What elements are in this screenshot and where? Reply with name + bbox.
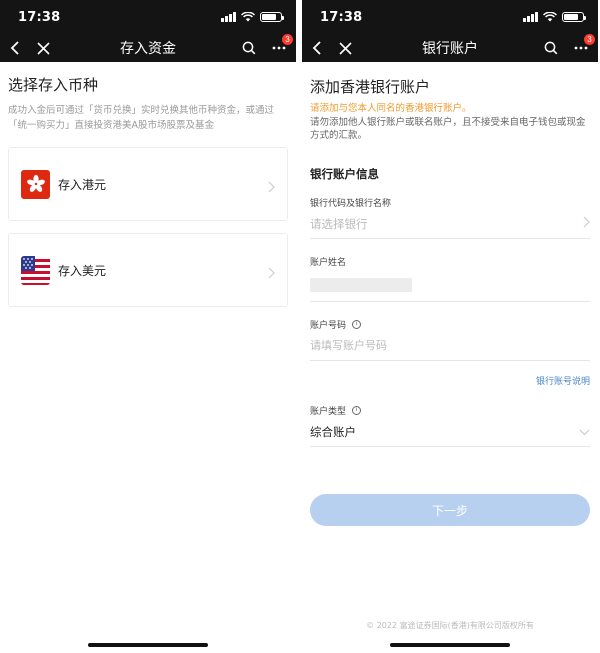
account-number-input[interactable] [310,339,530,352]
back-chevron-icon[interactable] [308,39,326,57]
notification-badge: 3 [282,34,293,45]
chevron-right-icon [268,178,275,197]
status-bar: 17:38 [0,0,296,34]
battery-icon [562,12,586,22]
help-link-row: 银行账号说明 [310,369,590,388]
info-icon[interactable]: i [352,406,362,415]
main-content: 添加香港银行账户 请添加与您本人同名的香港银行账户。 请勿添加他人银行账户或联名… [302,62,598,526]
more-menu-button[interactable]: 3 [270,34,293,57]
account-restriction-note: 请勿添加他人银行账户或联名账户，且不接受来自电子钱包或现金方式的汇款。 [310,117,586,141]
status-time: 17:38 [18,9,61,25]
main-content: 选择存入币种 成功入金后可通过「货币兑换」实时兑换其他币种资金，或通过「统一购买… [0,62,296,307]
info-icon[interactable]: i [352,320,362,329]
close-icon[interactable] [34,39,52,57]
bank-name-label: 银行代码及银行名称 [310,199,392,209]
account-number-field[interactable] [310,331,590,361]
battery-icon [260,12,284,22]
wifi-icon [241,12,255,22]
home-indicator[interactable] [88,643,208,647]
status-bar: 17:38 [302,0,598,34]
notification-badge: 3 [584,34,595,45]
more-dots-icon [574,46,588,50]
section-heading: 选择存入币种 [8,76,99,94]
back-chevron-icon[interactable] [6,39,24,57]
more-menu-button[interactable]: 3 [572,34,595,57]
bank-select[interactable]: 请选择银行 [310,209,590,239]
bank-info-section-title: 银行账户信息 [310,167,379,181]
hong-kong-flag-icon [21,169,50,199]
account-type-label: 账户类型 i [310,404,590,417]
search-icon[interactable] [240,39,258,57]
status-icons [221,12,284,22]
account-number-help-link[interactable]: 银行账号说明 [536,377,590,387]
close-icon[interactable] [336,39,354,57]
wifi-icon [543,12,557,22]
home-indicator[interactable] [390,643,510,647]
chevron-right-icon [583,216,590,231]
deposit-currency-screen: 17:38 存入资金 3 选择存入币种 成功入金后可通过「货币兑换」实时兑换其他… [0,0,296,653]
form-heading: 添加香港银行账户 [310,78,431,96]
bank-select-placeholder: 请选择银行 [310,216,368,231]
cellular-signal-icon [221,12,236,22]
option-label: 存入美元 [58,263,107,278]
account-type-value: 综合账户 [310,424,356,439]
section-description: 成功入金后可通过「货币兑换」实时兑换其他币种资金，或通过「统一购买力」直接投资港… [8,105,275,131]
option-label: 存入港元 [58,177,107,192]
copyright-footer: © 2022 富途证券国际(香港)有限公司版权所有 [366,621,534,630]
account-type-select[interactable]: 综合账户 [310,417,590,447]
cellular-signal-icon [523,12,538,22]
app-stage: 17:38 存入资金 3 选择存入币种 成功入金后可通过「货币兑换」实时兑换其他… [0,0,600,653]
same-name-warning: 请添加与您本人同名的香港银行账户。 [310,103,472,114]
account-number-label: 账户号码 i [310,318,590,331]
more-dots-icon [272,46,286,50]
account-name-field [310,268,590,302]
status-icons [523,12,586,22]
navigation-bar: 存入资金 3 [0,34,296,62]
deposit-usd-option[interactable]: 存入美元 [8,233,288,307]
us-flag-icon [21,255,50,285]
chevron-right-icon [268,264,275,283]
deposit-hkd-option[interactable]: 存入港元 [8,147,288,221]
next-step-button[interactable]: 下一步 [310,494,590,526]
account-name-label: 账户姓名 [310,258,347,268]
bank-account-screen: 17:38 银行账户 3 添加香港银行账户 请添加与您本人同名的香港银行账户。 … [302,0,598,653]
chevron-down-icon [579,425,590,439]
status-time: 17:38 [320,9,363,25]
search-icon[interactable] [542,39,560,57]
masked-account-name [310,277,412,292]
navigation-bar: 银行账户 3 [302,34,598,62]
